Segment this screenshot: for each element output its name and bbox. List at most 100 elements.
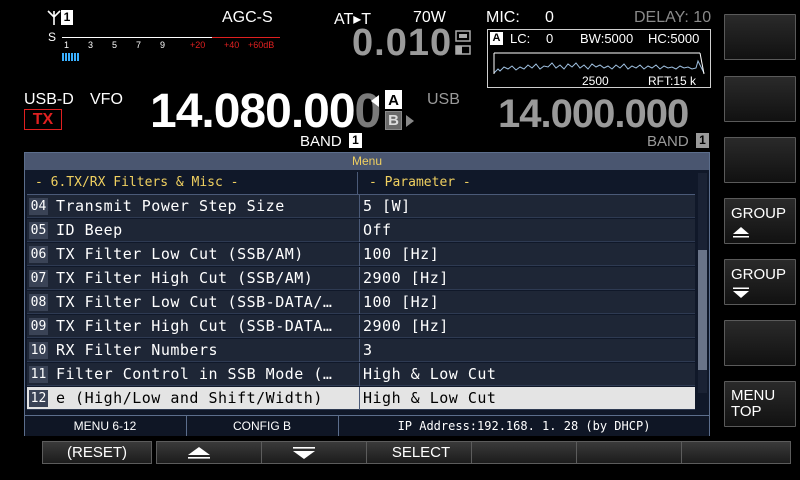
ip-address: IP Address:192.168. 1. 28 (by DHCP) xyxy=(397,419,651,433)
vfo-b-band-label: BAND xyxy=(647,133,689,150)
mic-value: 0 xyxy=(545,9,554,26)
softkey-f1[interactable] xyxy=(724,14,796,60)
menu-row-06[interactable]: 06 TX Filter Low Cut (SSB/AM) 100 [Hz] xyxy=(27,243,695,266)
vfo-b-frequency: 14.000.000 xyxy=(498,92,689,136)
menu-top-button[interactable]: MENU TOP xyxy=(724,381,796,427)
up-arrow-icon xyxy=(186,446,212,465)
vfo-left-arrow-icon xyxy=(370,94,380,113)
menu-row-04[interactable]: 04 Transmit Power Step Size 5 [W] xyxy=(27,195,695,218)
vfo-right-arrow-icon xyxy=(405,114,415,133)
menu-top-label-line2: TOP xyxy=(731,403,762,420)
group-up-button[interactable]: GROUP xyxy=(724,198,796,244)
menu-row-12-selected[interactable]: 12 e (High/Low and Shift/Width) High & L… xyxy=(27,387,695,410)
vfo-a-frequency: 14.080.000 xyxy=(150,84,381,138)
tx-indicator: TX xyxy=(24,109,62,130)
vfo-a-band-number: 1 xyxy=(349,133,362,148)
down-arrow-icon xyxy=(731,286,751,304)
menu-item-name: e (High/Low and Shift/Width) xyxy=(56,389,323,407)
down-button[interactable] xyxy=(261,441,371,464)
select-button[interactable]: SELECT xyxy=(366,441,476,464)
menu-panel: Menu - 6.TX/RX Filters & Misc - - Parame… xyxy=(24,152,710,436)
vfo-a-label: VFO xyxy=(90,91,123,108)
down-arrow-icon xyxy=(291,446,317,465)
reset-label: (RESET) xyxy=(67,444,127,461)
s-meter-label: S xyxy=(48,30,57,44)
menu-item-value: 3 xyxy=(363,341,373,359)
vfo-a-band-label: BAND xyxy=(300,133,342,150)
vfo-b-badge: B xyxy=(385,111,402,130)
menu-title: Menu xyxy=(25,153,709,170)
menu-item-name: Transmit Power Step Size xyxy=(56,197,285,215)
menu-item-number: 06 xyxy=(29,246,48,263)
group-down-label: GROUP xyxy=(731,266,787,283)
s-meter-tick: +60dB xyxy=(248,40,275,50)
menu-item-value: 2900 [Hz] xyxy=(363,269,449,287)
reset-button[interactable]: (RESET) xyxy=(42,441,152,464)
memory-icon xyxy=(454,29,472,59)
menu-item-number: 12 xyxy=(29,390,48,407)
s-meter-tick: 7 xyxy=(136,40,142,50)
up-arrow-icon xyxy=(731,225,751,243)
mic-label: MIC: xyxy=(486,9,520,26)
menu-item-value: 100 [Hz] xyxy=(363,245,440,263)
menu-item-value: 100 [Hz] xyxy=(363,293,440,311)
menu-item-value: Off xyxy=(363,221,392,239)
scope-center-freq: 2500 xyxy=(582,74,609,88)
menu-item-number: 11 xyxy=(29,366,48,383)
menu-item-number: 08 xyxy=(29,294,48,311)
softkey-f2[interactable] xyxy=(724,76,796,122)
s-meter-tick: +40 xyxy=(224,40,240,50)
vfo-b-band-number: 1 xyxy=(696,133,709,148)
s-meter-tick: 5 xyxy=(112,40,118,50)
vfo-a-mode: USB-D xyxy=(24,91,74,108)
scope-lc-label: LC: xyxy=(510,31,531,46)
menu-row-05[interactable]: 05 ID Beep Off xyxy=(27,219,695,242)
menu-row-10[interactable]: 10 RX Filter Numbers 3 xyxy=(27,339,695,362)
menu-item-value: 5 [W] xyxy=(363,197,411,215)
vfo-b-mode: USB xyxy=(427,91,460,108)
s-meter-tick: 1 xyxy=(64,40,70,50)
menu-row-07[interactable]: 07 TX Filter High Cut (SSB/AM) 2900 [Hz] xyxy=(27,267,695,290)
menu-position: MENU 6-12 xyxy=(73,419,137,433)
rit-offset-readout: 0.010 xyxy=(352,22,453,64)
menu-item-name: TX Filter Low Cut (SSB/AM) xyxy=(56,245,304,263)
menu-parameter-header: - Parameter - xyxy=(369,175,471,190)
config-indicator: CONFIG B xyxy=(232,419,291,433)
menu-item-name: TX Filter High Cut (SSB/AM) xyxy=(56,269,314,287)
group-down-button[interactable]: GROUP xyxy=(724,259,796,305)
softkey-f3[interactable] xyxy=(724,137,796,183)
menu-item-value: 2900 [Hz] xyxy=(363,317,449,335)
vfo-a-badge: A xyxy=(385,90,402,109)
menu-item-name: Filter Control in SSB Mode (… xyxy=(56,365,333,383)
menu-item-name: RX Filter Numbers xyxy=(56,341,219,359)
menu-scrollbar-thumb[interactable] xyxy=(698,250,707,370)
menu-item-number: 04 xyxy=(29,198,48,215)
vfo-a-frequency-main: 14.080.00 xyxy=(150,85,356,138)
menu-row-11[interactable]: 11 Filter Control in SSB Mode (… High & … xyxy=(27,363,695,386)
s-meter: S 1 3 5 7 9 +20 +40 +60dB xyxy=(48,28,288,64)
menu-item-number: 05 xyxy=(29,222,48,239)
menu-item-name: TX Filter Low Cut (SSB-DATA/… xyxy=(56,293,333,311)
menu-row-09[interactable]: 09 TX Filter High Cut (SSB-DATA… 2900 [H… xyxy=(27,315,695,338)
s-meter-tick: 9 xyxy=(160,40,166,50)
bottom-key-5[interactable] xyxy=(471,441,581,464)
menu-item-value: High & Low Cut xyxy=(363,389,497,407)
group-up-label: GROUP xyxy=(731,205,787,222)
s-meter-tick: +20 xyxy=(190,40,206,50)
menu-item-number: 07 xyxy=(29,270,48,287)
bottom-key-7[interactable] xyxy=(681,441,791,464)
menu-row-08[interactable]: 08 TX Filter Low Cut (SSB-DATA/… 100 [Hz… xyxy=(27,291,695,314)
up-button[interactable] xyxy=(156,441,266,464)
agc-indicator: AGC-S xyxy=(222,9,273,26)
scope-bw: BW:5000 xyxy=(580,31,634,46)
softkey-f6[interactable] xyxy=(724,320,796,366)
menu-group-header: - 6.TX/RX Filters & Misc - xyxy=(35,175,239,190)
menu-top-label-line1: MENU xyxy=(731,387,776,404)
menu-item-name: TX Filter High Cut (SSB-DATA… xyxy=(56,317,333,335)
menu-status-bar: MENU 6-12 CONFIG B IP Address:192.168. 1… xyxy=(25,415,709,436)
scope-lc-value: 0 xyxy=(546,31,554,46)
s-meter-tick: 3 xyxy=(88,40,94,50)
bottom-key-6[interactable] xyxy=(576,441,686,464)
select-label: SELECT xyxy=(391,444,451,461)
delay-indicator: DELAY: 10 xyxy=(634,9,712,26)
